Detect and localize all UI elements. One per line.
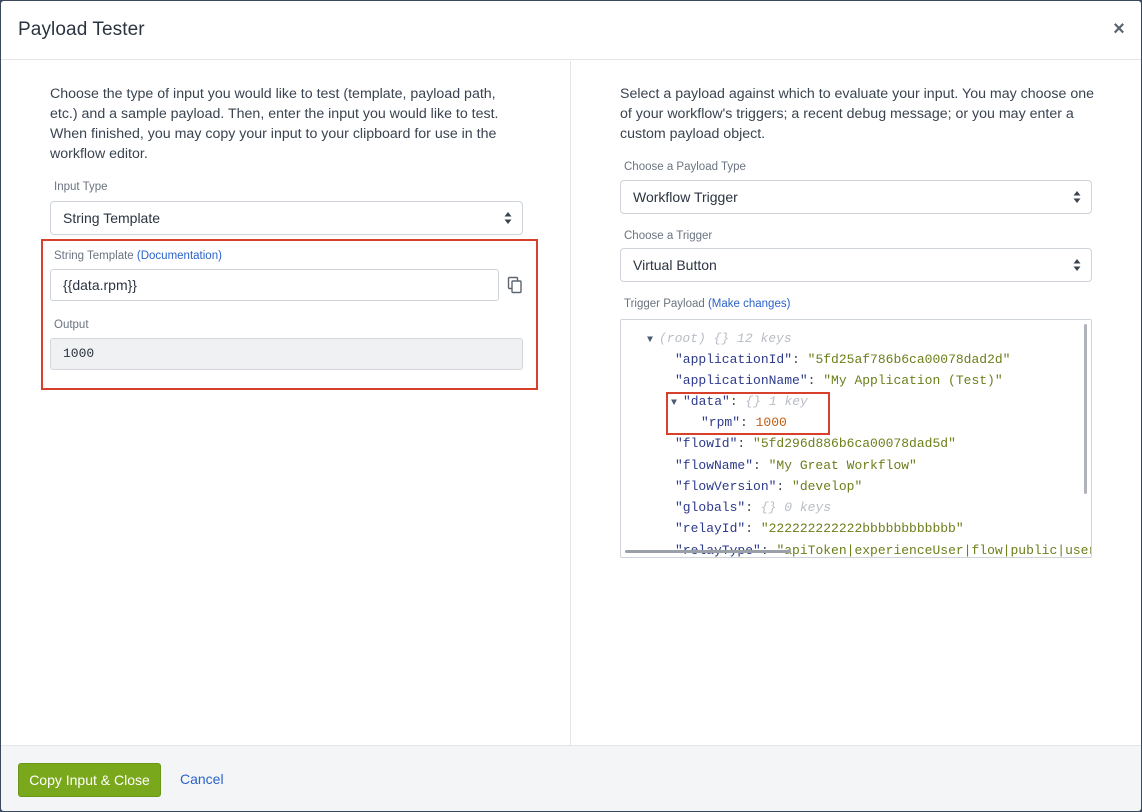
copy-input-close-button[interactable]: Copy Input & Close (18, 763, 161, 797)
json-row: "flowVersion": "develop" (675, 479, 863, 494)
payload-type-value: Workflow Trigger (633, 189, 738, 205)
select-arrows-icon (1073, 191, 1081, 203)
output-value: 1000 (50, 338, 523, 370)
payload-column: Select a payload against which to evalua… (572, 61, 1141, 745)
json-row: "flowName": "My Great Workflow" (675, 458, 917, 473)
select-arrows-icon (1073, 259, 1081, 271)
output-label: Output (54, 319, 89, 331)
make-changes-link[interactable]: (Make changes) (708, 298, 790, 310)
horizontal-scrollbar[interactable] (625, 550, 791, 553)
vertical-scrollbar[interactable] (1084, 324, 1087, 494)
input-type-select[interactable]: String Template (50, 201, 523, 235)
close-icon[interactable]: × (1111, 19, 1127, 39)
input-instructions: Choose the type of input you would like … (50, 86, 499, 162)
payload-type-label: Choose a Payload Type (624, 161, 746, 173)
string-template-label: String Template (Documentation) (54, 250, 222, 262)
input-type-label: Input Type (54, 181, 108, 193)
string-template-input[interactable]: {{data.rpm}} (50, 269, 499, 301)
documentation-link[interactable]: (Documentation) (137, 250, 222, 262)
cancel-button[interactable]: Cancel (180, 771, 224, 787)
trigger-label: Choose a Trigger (624, 230, 713, 242)
copy-clipboard-icon[interactable] (507, 276, 523, 294)
json-row: "applicationName": "My Application (Test… (675, 373, 1003, 388)
payload-tester-modal: Payload Tester × Choose the type of inpu… (1, 1, 1141, 811)
modal-title: Payload Tester (18, 19, 145, 40)
collapse-triangle-icon[interactable]: ▼ (671, 395, 683, 413)
trigger-select[interactable]: Virtual Button (620, 248, 1092, 282)
payload-type-select[interactable]: Workflow Trigger (620, 180, 1092, 214)
json-row: "flowId": "5fd296d886b6ca00078dad5d" (675, 436, 956, 451)
json-row: "globals": {} 0 keys (675, 500, 832, 515)
json-data-line[interactable]: ▼ "data": {} 1 key (671, 393, 808, 411)
json-row: "applicationId": "5fd25af786b6ca00078dad… (675, 352, 1011, 367)
json-payload-viewer[interactable]: ▼ (root) {} 12 keys "applicationId": "5fd… (620, 319, 1092, 558)
collapse-triangle-icon[interactable]: ▼ (647, 332, 659, 350)
payload-instructions: Select a payload against which to evalua… (620, 86, 1095, 142)
json-root-line[interactable]: ▼ (root) {} 12 keys (647, 330, 792, 348)
input-type-value: String Template (63, 210, 161, 226)
trigger-value: Virtual Button (633, 257, 717, 273)
json-row: "relayId": "222222222222bbbbbbbbbbbb" (675, 521, 964, 536)
trigger-payload-label: Trigger Payload (Make changes) (624, 298, 791, 310)
select-arrows-icon (504, 212, 512, 224)
modal-header: Payload Tester × (1, 1, 1141, 60)
input-column: Choose the type of input you would like … (1, 61, 571, 745)
modal-body: Choose the type of input you would like … (1, 61, 1141, 745)
modal-footer: Copy Input & Close Cancel (1, 745, 1141, 811)
json-row: "rpm": 1000 (701, 415, 787, 430)
